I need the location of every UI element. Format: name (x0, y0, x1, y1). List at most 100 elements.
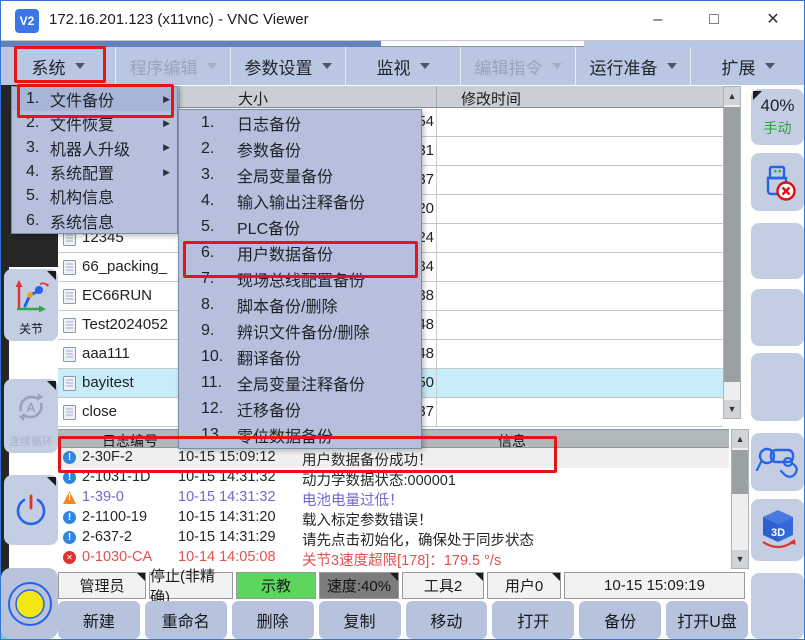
backup-submenu-option[interactable]: 1. 日志备份 (179, 110, 421, 136)
maximize-button[interactable]: □ (691, 1, 737, 39)
system-menu-option[interactable]: 5. 机构信息 ▶ (12, 184, 177, 208)
drag-teach-button[interactable] (751, 433, 804, 491)
log-row[interactable]: 2-637-2 10-15 14:31:29 请先点击初始化，确保处于同步状态 (58, 528, 729, 548)
menu-option-label: 输入输出注释备份 (237, 189, 365, 213)
column-header-size[interactable]: 大小 (238, 88, 268, 109)
file-icon (63, 347, 76, 362)
log-row[interactable]: 2-1100-19 10-15 14:31:20 载入标定参数错误！ (58, 508, 729, 528)
scroll-up-icon[interactable] (724, 87, 740, 105)
menu-item[interactable]: 监视 (346, 47, 461, 85)
action-button[interactable]: 备份 (579, 601, 661, 639)
status-cell[interactable]: 用户0 (487, 572, 561, 599)
menu-option-number: 3. (26, 139, 50, 157)
status-cell[interactable]: 示教 (236, 572, 316, 599)
log-code: 2-1100-19 (82, 509, 147, 525)
chevron-down-icon (207, 63, 217, 69)
file-scrollbar[interactable] (723, 86, 741, 419)
log-scrollbar[interactable] (731, 429, 749, 569)
system-menu-option[interactable]: 1. 文件备份 ▶ (12, 87, 177, 111)
menu-option-label: 零位数据备份 (237, 423, 333, 447)
system-menu-option[interactable]: 2. 文件恢复 ▶ (12, 111, 177, 135)
power-button[interactable] (4, 475, 58, 545)
menu-item[interactable]: 系统 (1, 47, 116, 85)
status-cell-label: 示教 (261, 575, 291, 596)
log-row[interactable]: 1-39-0 10-15 14:31:32 电池电量过低！ (58, 488, 729, 508)
panel-button-empty-4[interactable] (751, 573, 804, 639)
system-menu-option[interactable]: 4. 系统配置 ▶ (12, 160, 177, 184)
svg-text:3D: 3D (770, 527, 784, 539)
backup-submenu-option[interactable]: 13. 零位数据备份 (179, 422, 421, 448)
panel-button-empty-3[interactable] (751, 353, 804, 421)
backup-submenu-option[interactable]: 4. 输入输出注释备份 (179, 188, 421, 214)
action-button[interactable]: 重命名 (145, 601, 227, 639)
log-table: 日志编号 信息 2-30F-2 10-15 15:09:12 用户数据备份成功！… (58, 429, 729, 571)
menu-option-number: 4. (201, 192, 237, 210)
cycle-button-label: 连续循环 (4, 433, 58, 449)
action-button[interactable]: 移动 (406, 601, 488, 639)
file-name: close (82, 403, 117, 420)
log-level-icon (63, 511, 76, 524)
menu-item[interactable]: 扩展 (691, 47, 805, 85)
status-cell[interactable]: 管理员 (58, 572, 146, 599)
action-button[interactable]: 打开 (492, 601, 574, 639)
log-message: 载入标定参数错误！ (302, 509, 433, 530)
backup-submenu-option[interactable]: 6. 用户数据备份 (179, 240, 421, 266)
yellow-circle-button[interactable] (1, 568, 58, 639)
menu-option-label: 全局变量注释备份 (237, 371, 365, 395)
scroll-down-icon[interactable] (724, 400, 740, 418)
menu-item[interactable]: 运行准备 (576, 47, 691, 85)
system-menu-option[interactable]: 3. 机器人升级 ▶ (12, 136, 177, 160)
menu-option-label: 机构信息 (50, 184, 114, 208)
backup-submenu-option[interactable]: 10. 翻译备份 (179, 344, 421, 370)
system-menu-option[interactable]: 6. 系统信息 ▶ (12, 209, 177, 233)
action-button[interactable]: 复制 (319, 601, 401, 639)
panel-button-empty-1[interactable] (751, 223, 804, 279)
menu-item-label: 编辑指令 (475, 54, 543, 79)
close-button[interactable]: ✕ (750, 1, 796, 39)
backup-submenu-option[interactable]: 11. 全局变量注释备份 (179, 370, 421, 396)
backup-submenu-option[interactable]: 5. PLC备份 (179, 214, 421, 240)
cycle-mode-button[interactable]: A 连续循环 (4, 379, 58, 453)
scrollbar-thumb[interactable] (732, 450, 748, 494)
status-cell-label: 10-15 15:09:19 (604, 577, 705, 594)
minimize-button[interactable]: – (635, 1, 681, 39)
log-time: 10-15 14:31:32 (178, 469, 276, 485)
scrollbar-thumb[interactable] (724, 107, 740, 382)
power-icon (4, 475, 58, 545)
menu-item[interactable]: 编辑指令 (461, 47, 576, 85)
backup-submenu-option[interactable]: 7. 现场总线配置备份 (179, 266, 421, 292)
usb-status-button[interactable] (751, 153, 804, 211)
status-cell[interactable]: 10-15 15:09:19 (564, 572, 745, 599)
scroll-down-icon[interactable] (732, 550, 748, 568)
status-cell[interactable]: 速度:40% (319, 572, 399, 599)
backup-submenu-option[interactable]: 3. 全局变量备份 (179, 162, 421, 188)
backup-submenu-option[interactable]: 2. 参数备份 (179, 136, 421, 162)
backup-submenu-option[interactable]: 12. 迁移备份 (179, 396, 421, 422)
menu-option-number: 3. (201, 166, 237, 184)
status-cell[interactable]: 停止(非精确) (149, 572, 233, 599)
log-level-icon (63, 531, 76, 544)
log-time: 10-15 14:31:29 (178, 529, 276, 545)
menu-item-label: 运行准备 (590, 54, 658, 79)
backup-submenu-option[interactable]: 8. 脚本备份/删除 (179, 292, 421, 318)
menu-option-label: 机器人升级 (50, 136, 130, 160)
log-row[interactable]: 2-30F-2 10-15 15:09:12 用户数据备份成功！ (58, 448, 729, 468)
menu-option-number: 8. (201, 296, 237, 314)
speed-mode-button[interactable]: 40% 手动 (751, 89, 804, 145)
joint-mode-button[interactable]: 关节 (4, 269, 58, 341)
menu-item[interactable]: 程序编辑 (116, 47, 231, 85)
scroll-up-icon[interactable] (732, 430, 748, 448)
panel-button-empty-2[interactable] (751, 289, 804, 346)
backup-submenu-option[interactable]: 9. 辨识文件备份/删除 (179, 318, 421, 344)
menu-item[interactable]: 参数设置 (231, 47, 346, 85)
action-button[interactable]: 新建 (58, 601, 140, 639)
view-3d-button[interactable]: 3D (751, 499, 804, 561)
log-row[interactable]: 2-1031-1D 10-15 14:31:32 动力学数据状态:000001 (58, 468, 729, 488)
status-cell[interactable]: 工具2 (402, 572, 484, 599)
menu-item-label: 程序编辑 (130, 54, 198, 79)
menu-option-label: 文件备份 (50, 87, 114, 111)
column-header-modified[interactable]: 修改时间 (461, 88, 521, 109)
action-button[interactable]: 删除 (232, 601, 314, 639)
action-button[interactable]: 打开U盘 (666, 601, 748, 639)
log-level-icon (63, 491, 76, 504)
